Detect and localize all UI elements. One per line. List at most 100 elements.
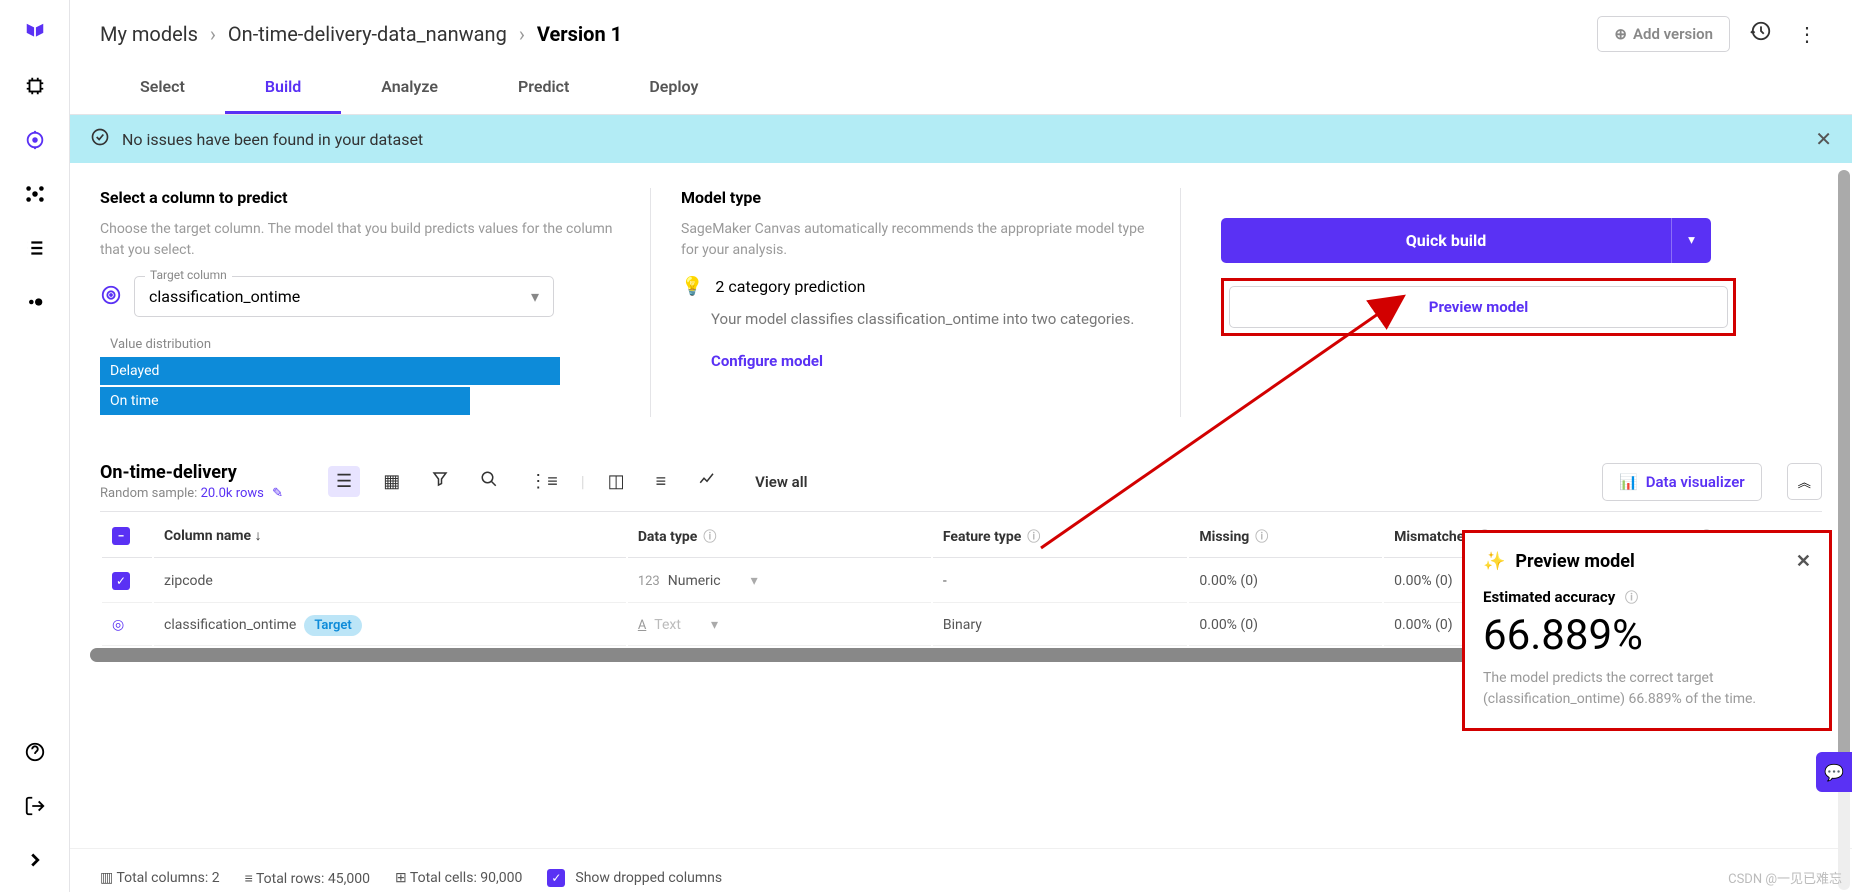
tab-deploy[interactable]: Deploy <box>609 62 738 114</box>
row-checkbox[interactable] <box>112 572 130 590</box>
chevron-down-icon[interactable]: ▾ <box>711 617 718 633</box>
col-name-header[interactable]: Column name ↓ <box>154 514 626 558</box>
distribution-bar-1: Delayed <box>100 357 560 385</box>
logo-icon[interactable] <box>23 20 47 44</box>
model-type-section: Model type SageMaker Canvas automaticall… <box>650 188 1150 417</box>
tabs: Select Build Analyze Predict Deploy <box>70 62 1852 115</box>
actions-section: Quick build ▾ Preview model <box>1180 188 1822 417</box>
breadcrumb-root[interactable]: My models <box>100 22 198 46</box>
tab-build[interactable]: Build <box>225 62 341 114</box>
target-icon: ◎ <box>112 617 124 633</box>
close-icon[interactable]: ✕ <box>1796 551 1811 572</box>
text-type-icon: A <box>638 618 646 633</box>
quick-build-dropdown[interactable]: ▾ <box>1671 218 1711 263</box>
accuracy-value: 66.889% <box>1483 611 1811 660</box>
section-desc: Choose the target column. The model that… <box>100 219 620 261</box>
col-datatype-header: Data typeⓘ <box>628 514 931 558</box>
graph-icon[interactable] <box>23 182 47 206</box>
add-version-button[interactable]: ⊕Add version <box>1597 16 1730 52</box>
col-missing-header: Missingⓘ <box>1189 514 1382 558</box>
close-icon[interactable]: ✕ <box>1815 127 1832 151</box>
preview-model-button[interactable]: Preview model <box>1229 286 1728 328</box>
data-visualizer-button[interactable]: 📊Data visualizer <box>1602 463 1762 501</box>
total-rows: ≡ Total rows: 45,000 <box>245 870 370 887</box>
select-label: Target column <box>145 268 232 282</box>
tab-predict[interactable]: Predict <box>478 62 609 114</box>
preview-model-panel: ✨Preview model✕ Estimated accuracy ⓘ 66.… <box>1462 530 1832 731</box>
info-banner: No issues have been found in your datase… <box>70 115 1852 163</box>
breadcrumb-current: Version 1 <box>537 22 622 46</box>
section-title: Model type <box>681 188 1150 207</box>
check-circle-icon <box>90 127 110 151</box>
select-value: classification_ontime <box>149 287 300 306</box>
preview-highlight: Preview model <box>1221 278 1736 336</box>
info-icon[interactable]: ⓘ <box>1027 530 1040 545</box>
configure-model-link[interactable]: Configure model <box>711 352 823 370</box>
view-all-link[interactable]: View all <box>755 473 807 491</box>
prediction-type: 2 category prediction <box>715 277 865 296</box>
grid-view-icon[interactable]: ▦ <box>375 466 408 497</box>
quick-build-button[interactable]: Quick build <box>1221 218 1671 263</box>
list-icon[interactable] <box>23 236 47 260</box>
logout-icon[interactable] <box>23 794 47 818</box>
model-explanation: Your model classifies classification_ont… <box>711 307 1150 331</box>
chevron-down-icon[interactable]: ▾ <box>751 573 758 589</box>
row-name: zipcode <box>154 560 626 603</box>
help-icon[interactable] <box>23 740 47 764</box>
collapse-icon[interactable]: ︽ <box>1787 463 1822 500</box>
header: My models › On-time-delivery-data_nanwan… <box>70 0 1852 62</box>
table-title: On-time-delivery <box>100 462 283 483</box>
section-title: Select a column to predict <box>100 188 620 207</box>
chart-icon: 📊 <box>1619 473 1638 491</box>
target-nav-icon[interactable] <box>23 128 47 152</box>
sample-info: Random sample: 20.0k rows ✎ <box>100 486 283 501</box>
list-view-icon[interactable]: ☰ <box>328 466 360 497</box>
show-dropped-checkbox[interactable]: Show dropped columns <box>547 869 722 887</box>
distribution-bar-2: On time <box>100 387 470 415</box>
section-desc: SageMaker Canvas automatically recommend… <box>681 219 1150 261</box>
rows-icon[interactable]: ≡ <box>648 466 675 497</box>
chat-icon[interactable]: 💬 <box>1816 752 1852 792</box>
chevron-right-icon: › <box>210 22 216 46</box>
main-content: My models › On-time-delivery-data_nanwan… <box>70 0 1852 892</box>
history-icon[interactable] <box>1745 15 1777 52</box>
select-all-checkbox[interactable] <box>112 527 130 545</box>
info-icon[interactable]: ⓘ <box>703 530 716 545</box>
search-icon[interactable] <box>472 465 506 498</box>
target-column-select[interactable]: Target column classification_ontime ▾ <box>134 276 554 317</box>
breadcrumb: My models › On-time-delivery-data_nanwan… <box>100 22 622 46</box>
plus-icon: ⊕ <box>1614 25 1627 43</box>
dots-icon[interactable] <box>23 290 47 314</box>
accuracy-desc: The model predicts the correct target (c… <box>1483 668 1811 710</box>
sparkle-icon: ✨ <box>1483 551 1505 572</box>
left-sidebar <box>0 0 70 892</box>
numbered-list-icon[interactable]: ⋮≡ <box>521 466 566 497</box>
breadcrumb-item[interactable]: On-time-delivery-data_nanwang <box>228 22 507 46</box>
target-icon <box>100 284 122 310</box>
edit-icon[interactable]: ✎ <box>272 486 283 501</box>
numeric-type-icon: 123 <box>638 574 660 589</box>
info-icon[interactable]: ⓘ <box>1255 530 1268 545</box>
columns-icon[interactable]: ◫ <box>600 466 633 497</box>
filter-icon[interactable] <box>423 465 457 498</box>
row-name: classification_ontimeTarget <box>154 605 626 646</box>
info-icon[interactable]: ⓘ <box>1625 591 1638 606</box>
expand-icon[interactable] <box>23 848 47 872</box>
distribution-label: Value distribution <box>110 337 620 352</box>
banner-message: No issues have been found in your datase… <box>122 130 423 149</box>
chevron-down-icon: ▾ <box>531 287 539 306</box>
more-icon[interactable]: ⋮ <box>1792 17 1822 51</box>
tab-analyze[interactable]: Analyze <box>341 62 478 114</box>
watermark: CSDN @一见已难忘 <box>1728 868 1842 887</box>
total-cells: ⊞ Total cells: 90,000 <box>395 870 522 886</box>
predict-column-section: Select a column to predict Choose the ta… <box>100 188 620 417</box>
sample-count-link[interactable]: 20.0k rows <box>201 486 264 501</box>
total-columns: ▥ Total columns: 2 <box>100 870 220 886</box>
target-badge: Target <box>304 615 361 636</box>
estimated-accuracy-label: Estimated accuracy ⓘ <box>1483 587 1811 606</box>
footer: ▥ Total columns: 2 ≡ Total rows: 45,000 … <box>70 848 1852 892</box>
chart-icon[interactable] <box>689 465 725 498</box>
chip-icon[interactable] <box>23 74 47 98</box>
col-featuretype-header: Feature typeⓘ <box>933 514 1188 558</box>
tab-select[interactable]: Select <box>100 62 225 114</box>
